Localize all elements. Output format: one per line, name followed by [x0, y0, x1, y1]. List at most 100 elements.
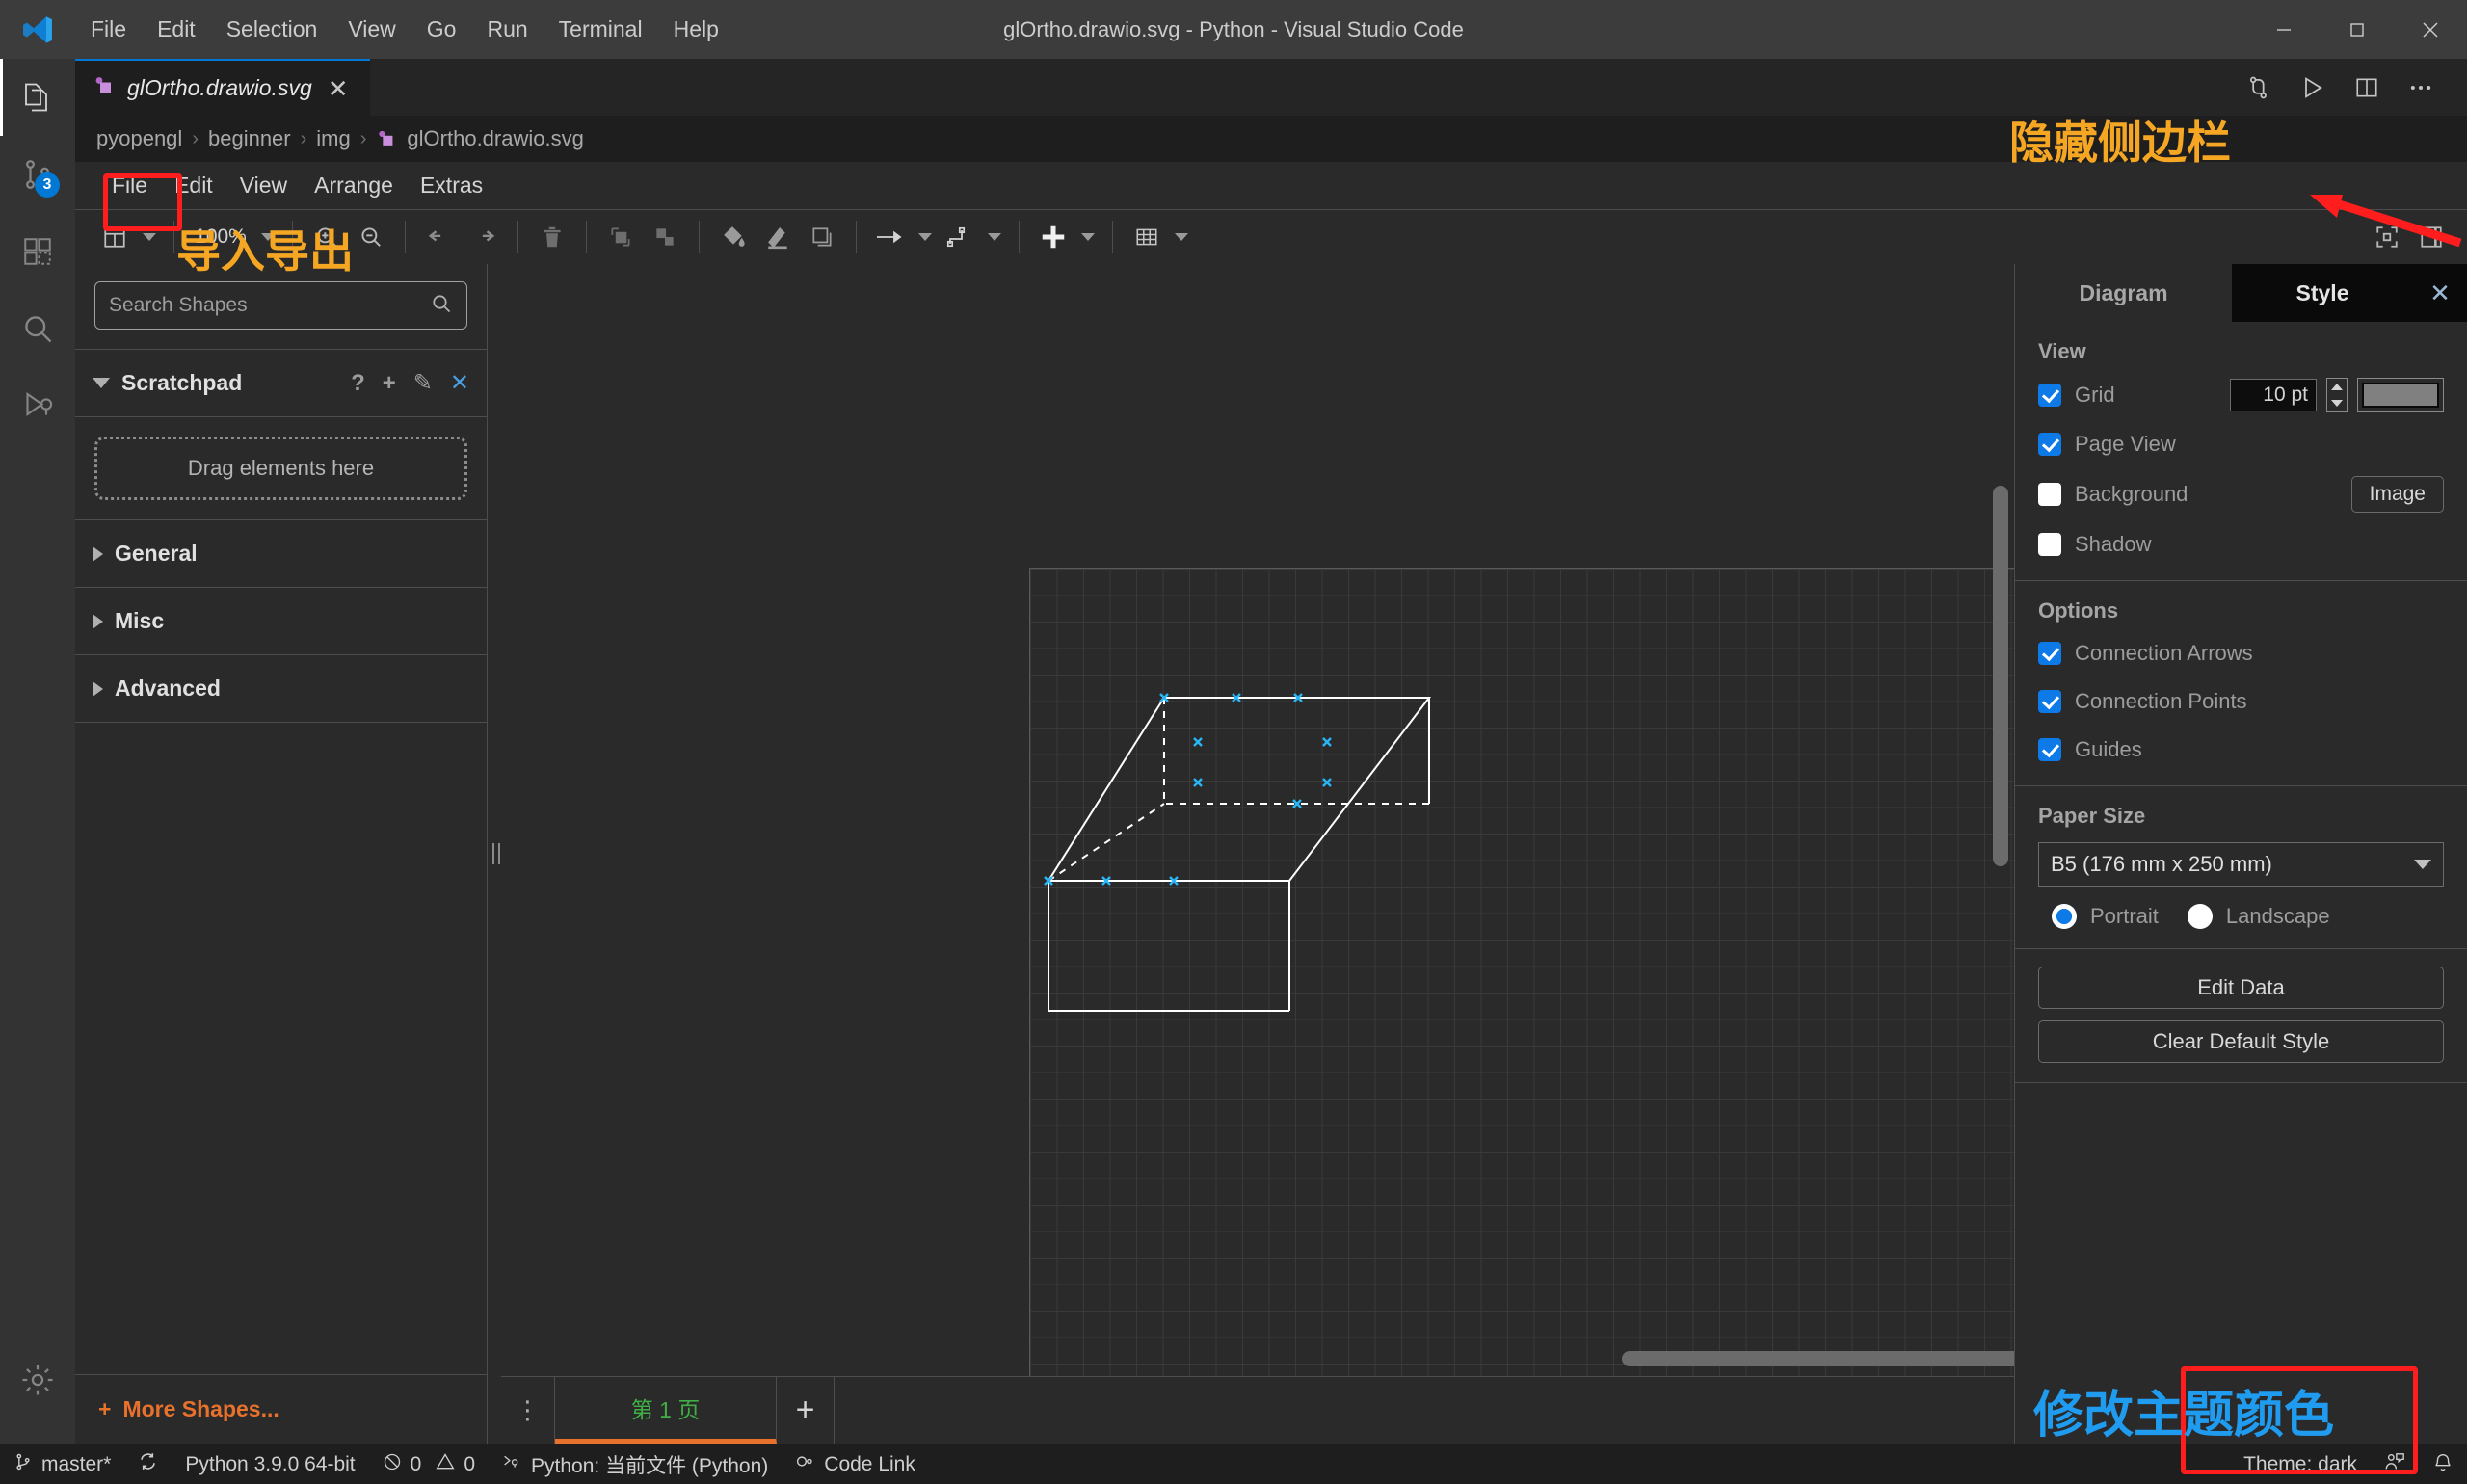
drawio-menu-bar[interactable]: File Edit View Arrange Extras [75, 162, 2467, 210]
editor-tab-close-icon[interactable]: ✕ [324, 76, 353, 101]
shapes-section-general[interactable]: General [75, 519, 487, 587]
minimize-button[interactable] [2247, 0, 2321, 59]
landscape-radio[interactable] [2187, 904, 2213, 929]
split-editor-icon[interactable] [2340, 59, 2394, 116]
breadcrumb-item-2[interactable]: img [316, 126, 350, 151]
format-panel-tabs[interactable]: Diagram Style ✕ [2015, 264, 2467, 322]
drawio-menu-extras[interactable]: Extras [407, 165, 496, 206]
undo-icon[interactable] [417, 215, 462, 259]
orientation-row[interactable]: Portrait Landscape [2038, 904, 2444, 929]
format-row-connection-points[interactable]: Connection Points [2038, 685, 2444, 718]
format-tab-style[interactable]: Style [2232, 264, 2413, 322]
insert-dropdown-icon[interactable] [1075, 215, 1101, 259]
activity-explorer-icon[interactable] [0, 59, 75, 136]
window-controls[interactable] [2247, 0, 2467, 59]
shapes-section-scratchpad[interactable]: Scratchpad ? + ✎ ✕ [75, 349, 487, 416]
editor-tab-glortho[interactable]: glOrtho.drawio.svg ✕ [75, 59, 370, 116]
connection-points-checkbox[interactable] [2038, 690, 2061, 713]
table-dropdown-icon[interactable] [1169, 215, 1194, 259]
shapes-section-advanced[interactable]: Advanced [75, 654, 487, 722]
portrait-radio[interactable] [2052, 904, 2077, 929]
format-row-shadow[interactable]: Shadow [2038, 528, 2444, 561]
connection-arrow-dropdown-icon[interactable] [913, 215, 938, 259]
grid-size-decrement[interactable] [2327, 395, 2347, 411]
menu-item-selection[interactable]: Selection [211, 11, 333, 48]
shadow-checkbox[interactable] [2038, 533, 2061, 556]
zoom-dropdown-icon[interactable] [255, 215, 280, 259]
breadcrumb[interactable]: pyopengl › beginner › img › glOrtho.draw… [75, 116, 2467, 162]
drawio-menu-edit[interactable]: Edit [161, 165, 226, 206]
scratchpad-help-icon[interactable]: ? [351, 371, 365, 395]
menu-item-view[interactable]: View [332, 11, 411, 48]
clear-default-style-button[interactable]: Clear Default Style [2038, 1020, 2444, 1063]
redo-icon[interactable] [462, 215, 506, 259]
waypoints-icon[interactable] [938, 215, 982, 259]
grid-color-swatch[interactable] [2357, 378, 2444, 412]
to-front-icon[interactable] [598, 215, 643, 259]
more-shapes-button[interactable]: + More Shapes... [75, 1374, 487, 1444]
menu-item-help[interactable]: Help [658, 11, 734, 48]
line-color-icon[interactable] [756, 215, 800, 259]
scratchpad-close-icon[interactable]: ✕ [450, 371, 469, 395]
status-sync[interactable] [124, 1444, 172, 1484]
layout-dropdown-icon[interactable] [137, 215, 162, 259]
zoom-in-icon[interactable] [305, 215, 349, 259]
editor-actions[interactable] [2232, 59, 2467, 116]
fullscreen-icon[interactable] [2365, 215, 2409, 259]
search-shapes-box[interactable] [94, 281, 467, 330]
drawio-menu-view[interactable]: View [226, 165, 301, 206]
source-control-graph-icon[interactable] [2232, 59, 2286, 116]
menu-item-file[interactable]: File [75, 11, 142, 48]
drawio-menu-file[interactable]: File [98, 165, 161, 206]
maximize-button[interactable] [2321, 0, 2394, 59]
shapes-section-misc[interactable]: Misc [75, 587, 487, 654]
drawio-menu-arrange[interactable]: Arrange [301, 165, 407, 206]
search-shapes-input[interactable] [109, 294, 430, 317]
panel-splitter[interactable] [488, 264, 501, 1444]
status-python-interpreter[interactable]: Python: 当前文件 (Python) [489, 1444, 782, 1484]
grid-size-input[interactable]: 10 pt [2230, 379, 2317, 411]
activity-run-debug-icon[interactable] [0, 367, 75, 444]
zoom-level-label[interactable]: 100% [186, 225, 255, 249]
insert-icon[interactable] [1031, 215, 1075, 259]
activity-search-icon[interactable] [0, 290, 75, 367]
search-icon[interactable] [430, 292, 453, 320]
page-tab-1[interactable]: 第 1 页 [555, 1377, 777, 1444]
fill-color-icon[interactable] [711, 215, 756, 259]
background-image-button[interactable]: Image [2350, 476, 2444, 513]
scratchpad-edit-icon[interactable]: ✎ [413, 371, 433, 395]
activity-source-control-icon[interactable]: 3 [0, 136, 75, 213]
menu-item-edit[interactable]: Edit [142, 11, 211, 48]
shadow-icon[interactable] [800, 215, 844, 259]
drawio-canvas[interactable] [501, 264, 2014, 1376]
scratchpad-add-icon[interactable]: + [383, 371, 396, 395]
page-menu-button[interactable]: ⋮ [501, 1377, 555, 1444]
menu-item-terminal[interactable]: Terminal [544, 11, 658, 48]
status-problems[interactable]: 0 0 [369, 1444, 489, 1484]
grid-checkbox[interactable] [2038, 384, 2061, 407]
activity-bar[interactable]: 3 [0, 59, 75, 1444]
canvas-vscrollbar-thumb[interactable] [1993, 486, 2008, 866]
status-code-link[interactable]: Code Link [782, 1444, 929, 1484]
to-back-icon[interactable] [643, 215, 687, 259]
format-panel-close-icon[interactable]: ✕ [2413, 264, 2467, 322]
background-controls[interactable]: Image [2350, 476, 2444, 513]
diagram-shape-cuboid[interactable] [1029, 678, 1472, 1083]
format-row-grid[interactable]: Grid 10 pt [2038, 378, 2444, 412]
main-menu-bar[interactable]: File Edit Selection View Go Run Terminal… [75, 11, 734, 48]
status-feedback[interactable] [2371, 1444, 2419, 1484]
edit-data-button[interactable]: Edit Data [2038, 967, 2444, 1009]
waypoints-dropdown-icon[interactable] [982, 215, 1007, 259]
zoom-out-icon[interactable] [349, 215, 393, 259]
breadcrumb-item-1[interactable]: beginner [208, 126, 291, 151]
close-button[interactable] [2394, 0, 2467, 59]
status-notifications[interactable] [2419, 1444, 2467, 1484]
more-actions-icon[interactable] [2394, 59, 2448, 116]
menu-item-go[interactable]: Go [411, 11, 472, 48]
breadcrumb-item-0[interactable]: pyopengl [96, 126, 182, 151]
toggle-format-panel-icon[interactable] [2409, 215, 2454, 259]
grid-controls[interactable]: 10 pt [2230, 378, 2444, 412]
grid-size-increment[interactable] [2327, 379, 2347, 395]
scratchpad-dropzone[interactable]: Drag elements here [94, 437, 467, 500]
paper-size-select[interactable]: B5 (176 mm x 250 mm) [2038, 842, 2444, 887]
